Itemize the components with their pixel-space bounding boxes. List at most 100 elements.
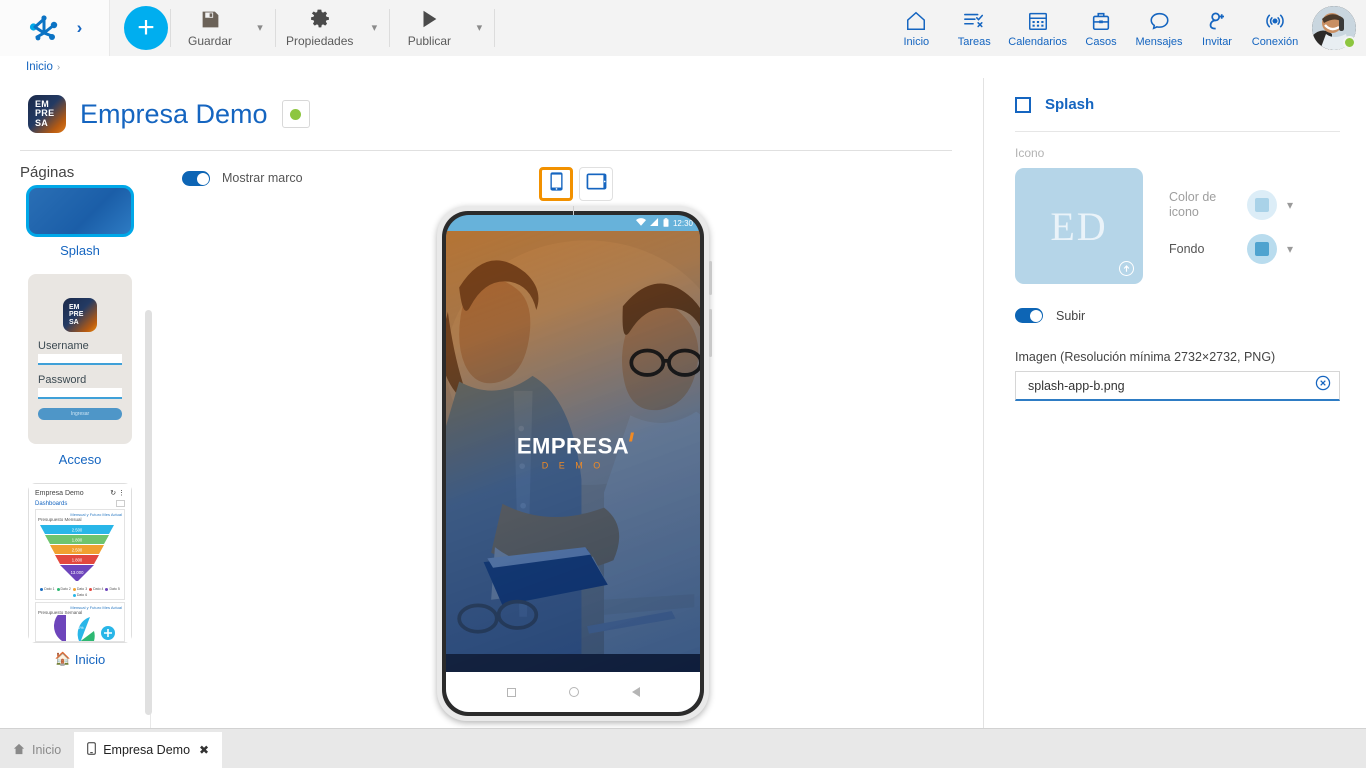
svg-text:13.000: 13.000 bbox=[71, 570, 84, 575]
breadcrumb-item-inicio[interactable]: Inicio bbox=[26, 61, 53, 73]
app-root: › + Guardar ▾ Propiedades ▾ Publicar ▾ I… bbox=[0, 0, 1366, 768]
page-item-acceso[interactable]: EM PRE SA Username Password Ingresar Acc… bbox=[0, 274, 160, 483]
square-icon[interactable] bbox=[506, 687, 516, 697]
publish-dropdown-chevron-down-icon[interactable]: ▾ bbox=[466, 0, 492, 56]
card2-filter-2: Mes Actual bbox=[102, 605, 122, 610]
phone-power-button[interactable] bbox=[709, 261, 712, 295]
legend-item: Dato 6 bbox=[72, 593, 87, 597]
icon-color-swatch[interactable] bbox=[1247, 190, 1277, 220]
nav-casos[interactable]: Casos bbox=[1072, 0, 1130, 56]
upload-arrow-icon[interactable] bbox=[1119, 261, 1134, 276]
taskbar-tab-inicio[interactable]: Inicio bbox=[0, 732, 74, 768]
clear-circle-icon[interactable] bbox=[1315, 375, 1331, 396]
funnel-legend: Dato 1 Dato 2 Dato 3 Dato 4 Dato 5 Dato … bbox=[38, 587, 122, 597]
page-label-acceso: Acceso bbox=[58, 452, 102, 467]
calendar-icon bbox=[1027, 8, 1049, 32]
chevron-right-icon[interactable]: › bbox=[77, 19, 83, 36]
nav-tareas[interactable]: Tareas bbox=[945, 0, 1003, 56]
status-dot-icon bbox=[290, 108, 302, 120]
legend-item: Dato 3 bbox=[72, 587, 87, 591]
color-controls: Color de icono ▾ Fondo ▾ bbox=[1169, 168, 1303, 278]
icon-preview[interactable]: ED bbox=[1015, 168, 1143, 284]
add-button[interactable]: + bbox=[124, 5, 168, 50]
publish-label: Publicar bbox=[407, 34, 452, 48]
dashboard-thumb-actions: ↻ ⋮ bbox=[110, 490, 125, 497]
divider bbox=[389, 8, 391, 47]
publish-button[interactable]: Publicar bbox=[392, 0, 466, 56]
splash-thumb[interactable] bbox=[26, 185, 134, 237]
nav-mensajes[interactable]: Mensajes bbox=[1130, 0, 1188, 56]
fondo-label: Fondo bbox=[1169, 241, 1205, 256]
taskbar-tab-empresa-demo-label: Empresa Demo bbox=[103, 743, 191, 757]
icon-color-chip bbox=[1255, 198, 1269, 212]
divider bbox=[170, 8, 171, 47]
legend-item: Dato 1 bbox=[40, 587, 55, 591]
save-dropdown-chevron-down-icon[interactable]: ▾ bbox=[247, 0, 273, 56]
device-phone-button[interactable] bbox=[539, 167, 573, 201]
card-filter-2: Mes Actual bbox=[102, 512, 122, 517]
legend-item: Dato 4 bbox=[89, 587, 103, 591]
canvas-area: Mostrar marco 12:30 EMPRESA D E M O bbox=[160, 151, 982, 728]
pie-chart: 11.6% bbox=[54, 609, 115, 641]
properties-panel-header: Splash bbox=[1015, 96, 1340, 113]
dashboard-thumb[interactable]: Empresa Demo ↻ ⋮ Dashboards Mensual y Fu… bbox=[28, 483, 132, 643]
page-item-splash[interactable]: Splash bbox=[0, 185, 160, 274]
pages-panel: Páginas Splash EM PRE SA Username Passwo… bbox=[0, 151, 160, 728]
nav-invitar[interactable]: Invitar bbox=[1188, 0, 1246, 56]
dashboard-thumb-title: Empresa Demo bbox=[35, 489, 84, 497]
nav-inicio-label: Inicio bbox=[903, 35, 930, 48]
background-color-swatch[interactable] bbox=[1247, 234, 1277, 264]
phone-volume-button[interactable] bbox=[709, 309, 712, 357]
home-icon: 🏠 bbox=[54, 651, 71, 666]
icon-line1: EM bbox=[69, 303, 80, 311]
divider bbox=[1015, 131, 1340, 132]
close-icon[interactable]: ✖ bbox=[199, 743, 209, 757]
nav-tareas-label: Tareas bbox=[957, 35, 991, 48]
phone-icon bbox=[549, 172, 564, 196]
pages-scrollbar-thumb[interactable] bbox=[145, 310, 152, 715]
nav-conexion[interactable]: Conexión bbox=[1246, 0, 1304, 56]
top-toolbar: › + Guardar ▾ Propiedades ▾ Publicar ▾ I… bbox=[0, 0, 1366, 56]
subir-toggle[interactable] bbox=[1015, 308, 1043, 323]
properties-button[interactable]: Propiedades bbox=[278, 0, 361, 56]
image-field-value[interactable]: splash-app-b.png bbox=[1028, 379, 1315, 393]
dashboard-thumb-image: Empresa Demo ↻ ⋮ Dashboards Mensual y Fu… bbox=[28, 483, 132, 643]
svg-text:1.800: 1.800 bbox=[72, 538, 83, 543]
icon-color-chevron-down-icon[interactable]: ▾ bbox=[1277, 198, 1303, 212]
status-badge[interactable] bbox=[281, 100, 310, 128]
phone-statusbar: 12:30 bbox=[446, 215, 700, 231]
splash-logo-sub: D E M O bbox=[541, 460, 605, 470]
show-frame-toggle[interactable] bbox=[182, 171, 210, 186]
home-icon bbox=[904, 8, 928, 32]
taskbar-tab-empresa-demo[interactable]: Empresa Demo ✖ bbox=[74, 732, 223, 768]
phone-screen[interactable]: 12:30 EMPRESA D E M O bbox=[446, 215, 700, 712]
device-tablet-button[interactable] bbox=[579, 167, 613, 201]
phone-mockup: 12:30 EMPRESA D E M O bbox=[437, 206, 712, 721]
properties-dropdown-chevron-down-icon[interactable]: ▾ bbox=[361, 0, 387, 56]
back-triangle-icon[interactable] bbox=[631, 687, 640, 697]
image-field[interactable]: splash-app-b.png bbox=[1015, 371, 1340, 401]
save-button[interactable]: Guardar bbox=[173, 0, 247, 56]
breadcrumb-separator-icon: › bbox=[56, 61, 61, 73]
nav-calendarios[interactable]: Calendarios bbox=[1003, 0, 1072, 56]
color-de-icono-label: Color de icono bbox=[1169, 190, 1217, 219]
page-title: Empresa Demo bbox=[80, 98, 268, 129]
avatar[interactable] bbox=[1312, 5, 1356, 50]
device-toggle-group bbox=[539, 167, 613, 201]
background-color-chevron-down-icon[interactable]: ▾ bbox=[1277, 242, 1303, 256]
molecule-logo-icon[interactable] bbox=[27, 11, 61, 45]
nav-inicio[interactable]: Inicio bbox=[887, 0, 945, 56]
status-badge bbox=[1343, 35, 1356, 49]
login-thumb-app-icon: EM PRE SA bbox=[63, 298, 97, 332]
splash-logo-main: EMPRESA bbox=[517, 432, 635, 459]
svg-text:2.500: 2.500 bbox=[72, 528, 83, 533]
page-item-inicio[interactable]: Empresa Demo ↻ ⋮ Dashboards Mensual y Fu… bbox=[0, 483, 160, 683]
login-thumb[interactable]: EM PRE SA Username Password Ingresar bbox=[28, 274, 132, 444]
pages-panel-title: Páginas bbox=[20, 164, 75, 181]
dashboard-thumb-tabs: Dashboards bbox=[35, 500, 125, 507]
circle-icon[interactable] bbox=[568, 687, 579, 697]
subir-label: Subir bbox=[1056, 308, 1086, 323]
nav-conexion-label: Conexión bbox=[1251, 35, 1299, 48]
save-icon bbox=[200, 7, 221, 31]
legend-item: Dato 2 bbox=[56, 587, 71, 591]
